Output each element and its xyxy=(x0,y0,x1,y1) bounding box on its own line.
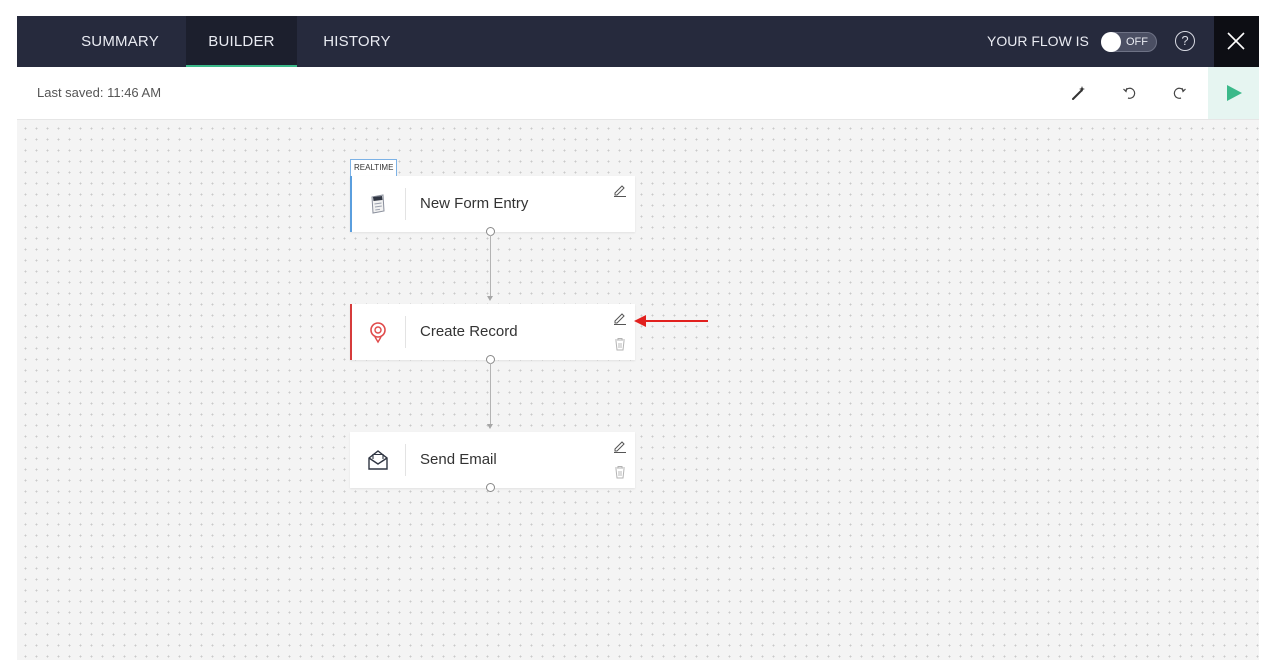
flow-status-label: YOUR FLOW IS xyxy=(987,33,1089,49)
redo-icon xyxy=(1173,87,1186,99)
magic-wand-icon xyxy=(1072,86,1085,100)
record-icon xyxy=(370,322,386,344)
node-label: New Form Entry xyxy=(420,195,529,212)
last-saved-text: Last saved: 11:46 AM xyxy=(37,85,162,100)
run-flow-button[interactable] xyxy=(1208,67,1259,119)
node-label: Send Email xyxy=(420,451,497,468)
undo-icon xyxy=(1123,87,1136,99)
magic-wand-button[interactable] xyxy=(1053,67,1104,119)
close-icon xyxy=(1227,32,1245,50)
flow-canvas[interactable]: REALTIME New Form Entry Create Record Se… xyxy=(17,120,1259,660)
top-navigation-bar: SUMMARY BUILDER HISTORY YOUR FLOW IS OFF… xyxy=(17,16,1259,67)
flow-node-new-form-entry[interactable]: New Form Entry xyxy=(350,176,635,236)
run-icon xyxy=(1227,85,1242,101)
connector-arrow-icon xyxy=(487,424,493,429)
help-icon[interactable]: ? xyxy=(1175,31,1195,51)
connector-arrow-icon xyxy=(487,296,493,301)
close-button[interactable] xyxy=(1214,16,1259,67)
node-accent-bar xyxy=(350,304,352,360)
trash-icon[interactable] xyxy=(613,337,627,351)
redo-button[interactable] xyxy=(1155,67,1206,119)
undo-button[interactable] xyxy=(1104,67,1155,119)
node-label: Create Record xyxy=(420,323,518,340)
flow-builder-window: SUMMARY BUILDER HISTORY YOUR FLOW IS OFF… xyxy=(17,16,1259,660)
tab-builder[interactable]: BUILDER xyxy=(186,16,297,67)
edit-icon[interactable] xyxy=(613,311,627,325)
connector-line xyxy=(490,235,491,298)
node-divider xyxy=(405,444,406,476)
flow-status-toggle[interactable]: OFF xyxy=(1101,32,1157,52)
toggle-state-text: OFF xyxy=(1126,36,1148,48)
node-divider xyxy=(405,316,406,348)
edit-icon[interactable] xyxy=(613,183,627,197)
node-accent-bar xyxy=(350,176,352,232)
node-output-port[interactable] xyxy=(486,483,495,492)
trash-icon[interactable] xyxy=(613,465,627,479)
email-icon xyxy=(368,450,388,470)
trigger-type-badge: REALTIME xyxy=(350,159,398,177)
tab-summary[interactable]: SUMMARY xyxy=(54,16,186,67)
node-divider xyxy=(405,188,406,220)
tab-history[interactable]: HISTORY xyxy=(316,16,398,67)
flow-node-create-record[interactable]: Create Record xyxy=(350,304,635,364)
annotation-arrow-icon xyxy=(634,315,708,327)
save-toolbar: Last saved: 11:46 AM xyxy=(17,67,1259,120)
form-icon xyxy=(371,194,385,214)
toggle-knob xyxy=(1101,32,1121,52)
flow-node-send-email[interactable]: Send Email xyxy=(350,432,635,492)
connector-line xyxy=(490,363,491,426)
edit-icon[interactable] xyxy=(613,439,627,453)
